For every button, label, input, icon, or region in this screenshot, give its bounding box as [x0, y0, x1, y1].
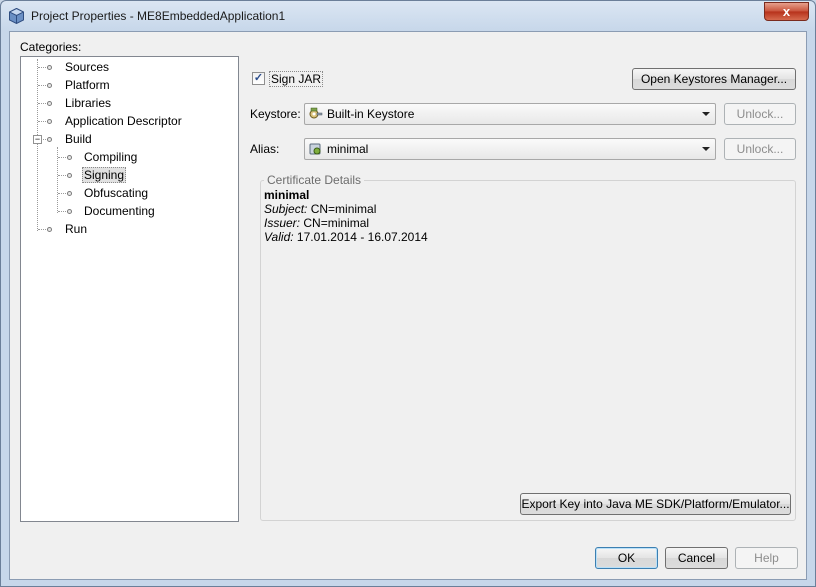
- tree-item-build[interactable]: Build: [65, 131, 92, 147]
- cancel-button[interactable]: Cancel: [665, 547, 728, 569]
- sign-jar-checkbox[interactable]: ✓: [252, 72, 265, 85]
- certificate-name: minimal: [264, 188, 310, 202]
- valid-label: Valid:: [264, 230, 294, 244]
- categories-tree[interactable]: Sources Platform Libraries Application D…: [20, 56, 239, 522]
- keystore-icon: [309, 107, 323, 119]
- tree-item-platform[interactable]: Platform: [65, 77, 110, 93]
- tree-item-label: Application Descriptor: [65, 114, 182, 128]
- tree-item-sources[interactable]: Sources: [65, 59, 109, 75]
- chevron-down-icon: [702, 147, 710, 151]
- key-pair-icon: [309, 143, 321, 155]
- collapse-icon[interactable]: −: [33, 135, 42, 144]
- node-bullet-icon: [47, 119, 52, 124]
- node-bullet-icon: [47, 137, 52, 142]
- tree-item-documenting[interactable]: Documenting: [84, 203, 155, 219]
- certificate-issuer: Issuer: CN=minimal: [264, 216, 428, 230]
- certificate-details: minimal Subject: CN=minimal Issuer: CN=m…: [264, 188, 428, 244]
- close-button[interactable]: x: [764, 2, 809, 21]
- ok-button[interactable]: OK: [595, 547, 658, 569]
- tree-item-label: Compiling: [84, 150, 138, 164]
- node-bullet-icon: [67, 209, 72, 214]
- tree-item-label: Signing: [82, 167, 127, 183]
- help-button[interactable]: Help: [735, 547, 798, 569]
- categories-label: Categories:: [20, 40, 82, 54]
- chevron-down-icon: [702, 112, 710, 116]
- project-properties-window: Project Properties - ME8EmbeddedApplicat…: [0, 0, 816, 587]
- node-bullet-icon: [47, 65, 52, 70]
- node-bullet-icon: [67, 155, 72, 160]
- subject-value: CN=minimal: [310, 202, 377, 216]
- certificate-subject: Subject: CN=minimal: [264, 202, 428, 216]
- tree-item-label: Build: [65, 132, 92, 146]
- sign-jar-label[interactable]: Sign JAR: [269, 71, 324, 87]
- dialog-content: Categories: Sources Platform Libraries A…: [9, 31, 807, 580]
- alias-value: minimal: [327, 142, 369, 156]
- tree-item-label: Sources: [65, 60, 110, 74]
- tree-item-compiling[interactable]: Compiling: [84, 149, 137, 165]
- keystore-value: Built-in Keystore: [327, 107, 415, 121]
- tree-item-label: Libraries: [65, 96, 112, 110]
- window-title: Project Properties - ME8EmbeddedApplicat…: [31, 9, 286, 23]
- keystore-label: Keystore:: [250, 107, 301, 121]
- title-bar[interactable]: Project Properties - ME8EmbeddedApplicat…: [1, 1, 815, 31]
- node-bullet-icon: [67, 191, 72, 196]
- tree-item-label: Platform: [65, 78, 110, 92]
- open-keystores-manager-button[interactable]: Open Keystores Manager...: [632, 68, 796, 90]
- netbeans-project-icon: [9, 8, 24, 24]
- issuer-value: CN=minimal: [303, 216, 370, 230]
- issuer-label: Issuer:: [264, 216, 301, 230]
- tree-item-run[interactable]: Run: [65, 221, 87, 237]
- checkmark-icon: ✓: [253, 72, 264, 84]
- valid-value: 17.01.2014 - 16.07.2014: [296, 230, 428, 244]
- tree-item-label: Documenting: [84, 204, 155, 218]
- node-bullet-icon: [47, 227, 52, 232]
- certificate-details-legend: Certificate Details: [264, 173, 365, 187]
- tree-item-application-descriptor[interactable]: Application Descriptor: [65, 113, 182, 129]
- alias-unlock-button[interactable]: Unlock...: [724, 138, 796, 160]
- tree-item-label: Run: [65, 222, 88, 236]
- tree-item-signing[interactable]: Signing: [82, 167, 127, 183]
- node-bullet-icon: [47, 101, 52, 106]
- node-bullet-icon: [67, 173, 72, 178]
- export-key-button[interactable]: Export Key into Java ME SDK/Platform/Emu…: [520, 493, 791, 515]
- tree-item-libraries[interactable]: Libraries: [65, 95, 111, 111]
- alias-label: Alias:: [250, 142, 280, 156]
- subject-label: Subject:: [264, 202, 308, 216]
- keystore-unlock-button[interactable]: Unlock...: [724, 103, 796, 125]
- alias-select[interactable]: minimal: [304, 138, 716, 160]
- tree-item-label: Obfuscating: [84, 186, 149, 200]
- certificate-validity: Valid: 17.01.2014 - 16.07.2014: [264, 230, 428, 244]
- node-bullet-icon: [47, 83, 52, 88]
- close-icon: x: [782, 4, 791, 19]
- keystore-select[interactable]: Built-in Keystore: [304, 103, 716, 125]
- tree-item-obfuscating[interactable]: Obfuscating: [84, 185, 148, 201]
